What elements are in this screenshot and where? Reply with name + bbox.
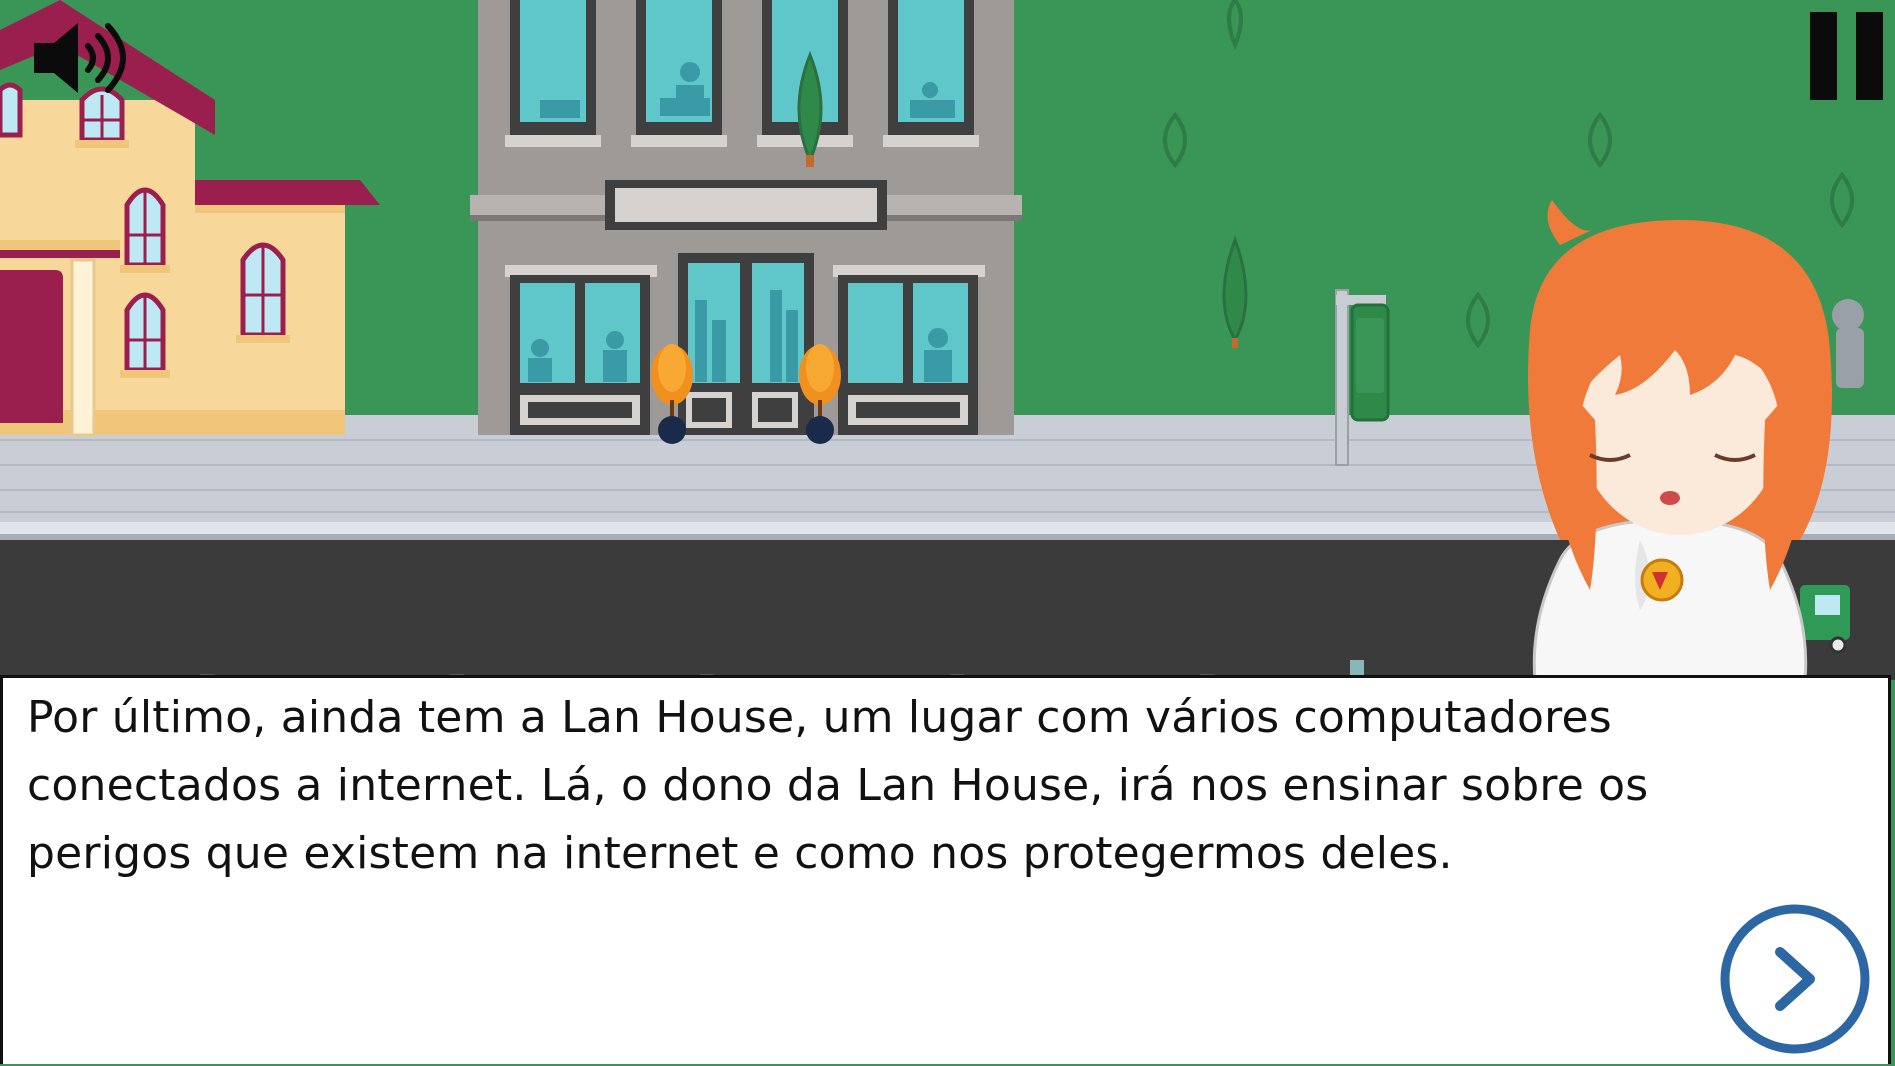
next-button[interactable] — [1718, 902, 1872, 1056]
speaker-icon — [34, 23, 126, 93]
lan-house-building — [470, 0, 1022, 444]
pause-icon — [1810, 12, 1883, 100]
sound-toggle-button[interactable] — [28, 18, 138, 98]
dialog-box: Por último, ainda tem a Lan House, um lu… — [0, 675, 1891, 1064]
dialog-text: Por último, ainda tem a Lan House, um lu… — [27, 692, 1649, 879]
girl-character — [1528, 200, 1832, 680]
game-scene — [0, 0, 1895, 680]
street-background — [0, 0, 1895, 680]
pause-button[interactable] — [1808, 12, 1886, 102]
background-figure — [1832, 299, 1864, 388]
chevron-right-circle-icon — [1720, 904, 1870, 1054]
